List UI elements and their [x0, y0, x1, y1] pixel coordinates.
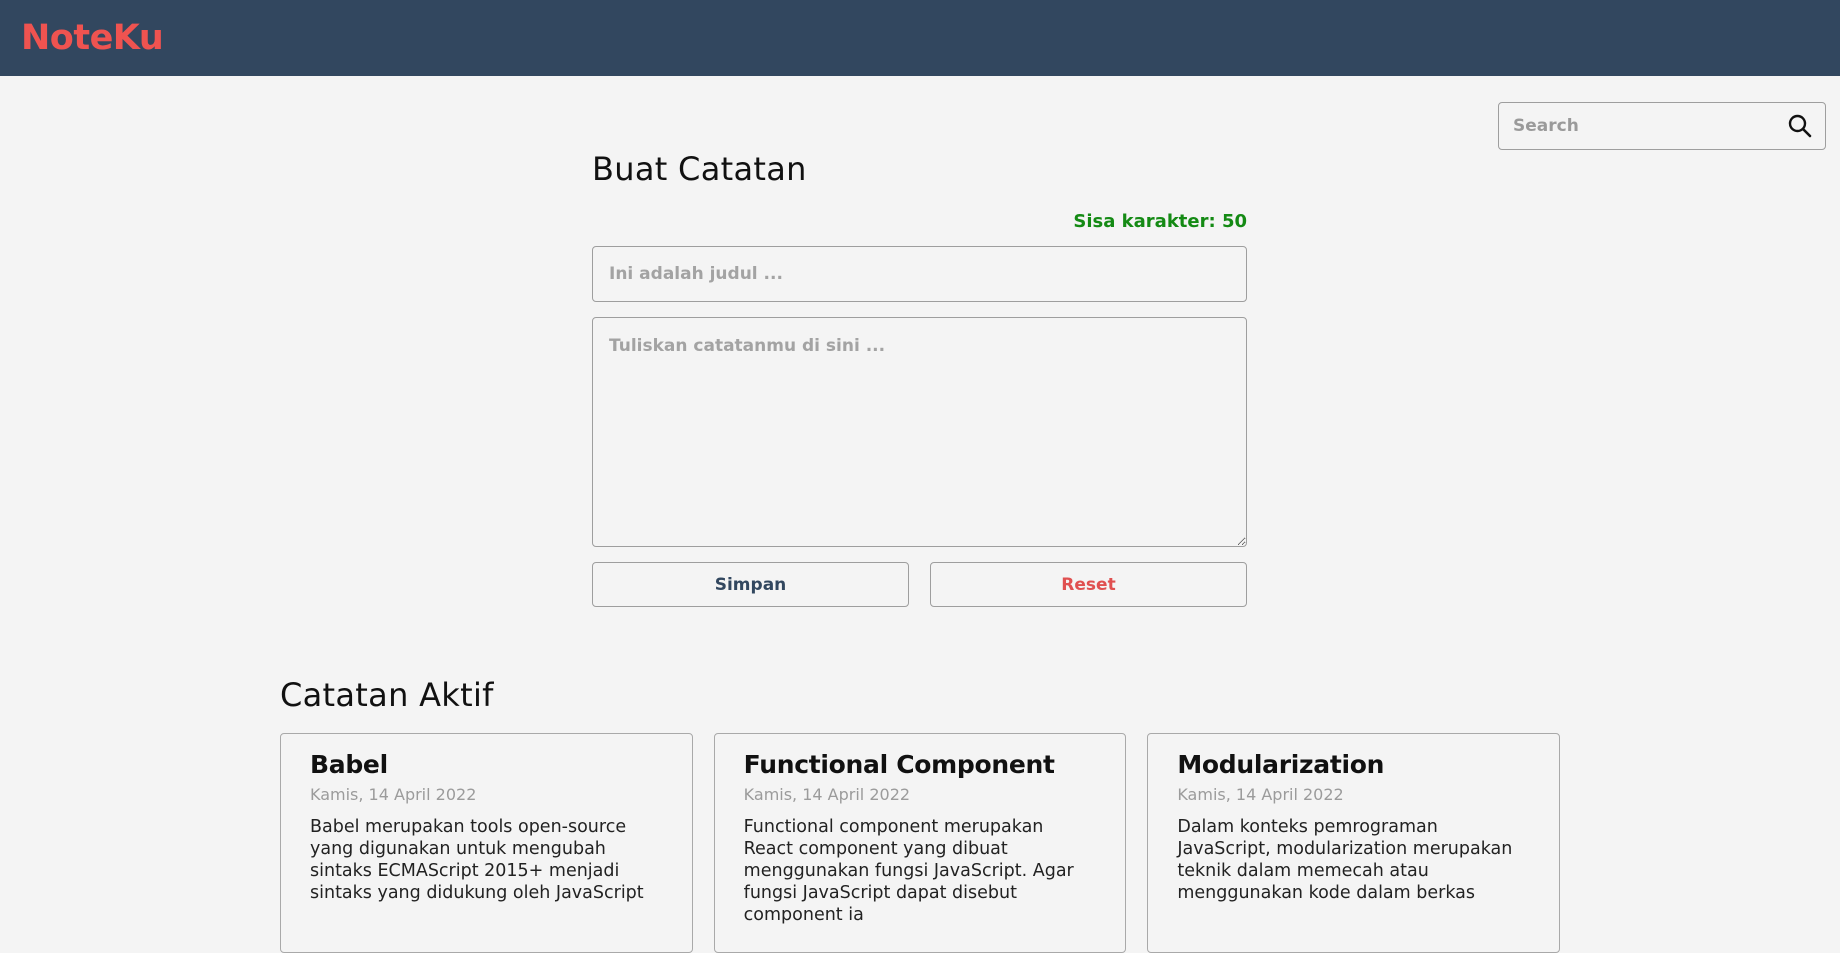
search-input[interactable] [1513, 116, 1787, 136]
app-header: NoteKu [0, 0, 1840, 76]
note-body-textarea[interactable] [592, 317, 1247, 547]
active-notes-section: Catatan Aktif Babel Kamis, 14 April 2022… [280, 676, 1561, 953]
brand-logo[interactable]: NoteKu [21, 18, 164, 58]
note-date: Kamis, 14 April 2022 [1177, 785, 1344, 804]
save-button[interactable]: Simpan [592, 562, 909, 607]
active-notes-heading: Catatan Aktif [280, 676, 494, 714]
note-title-input[interactable] [592, 246, 1247, 302]
note-date: Kamis, 14 April 2022 [310, 785, 477, 804]
note-form: Buat Catatan Sisa karakter: 50 Simpan Re… [592, 150, 1247, 607]
note-body: Babel merupakan tools open-source yang d… [310, 817, 644, 903]
note-title: Functional Component [743, 750, 1055, 779]
search-icon[interactable] [1787, 113, 1813, 139]
note-body: Functional component merupakan React com… [743, 817, 1074, 925]
note-title: Modularization [1177, 750, 1385, 779]
reset-button[interactable]: Reset [930, 562, 1247, 607]
form-title: Buat Catatan [592, 150, 807, 188]
note-title: Babel [310, 750, 388, 779]
char-limit-counter: Sisa karakter: 50 [1073, 211, 1247, 232]
note-card[interactable]: Babel Kamis, 14 April 2022 Babel merupak… [280, 733, 693, 953]
note-body: Dalam konteks pemrograman JavaScript, mo… [1177, 817, 1513, 903]
notes-grid: Babel Kamis, 14 April 2022 Babel merupak… [280, 733, 1561, 953]
note-date: Kamis, 14 April 2022 [743, 785, 911, 804]
search-box[interactable] [1498, 102, 1826, 150]
note-card[interactable]: Modularization Kamis, 14 April 2022 Dala… [1147, 733, 1561, 953]
form-buttons: Simpan Reset [592, 562, 1247, 607]
note-card[interactable]: Functional Component Kamis, 14 April 202… [713, 733, 1127, 953]
